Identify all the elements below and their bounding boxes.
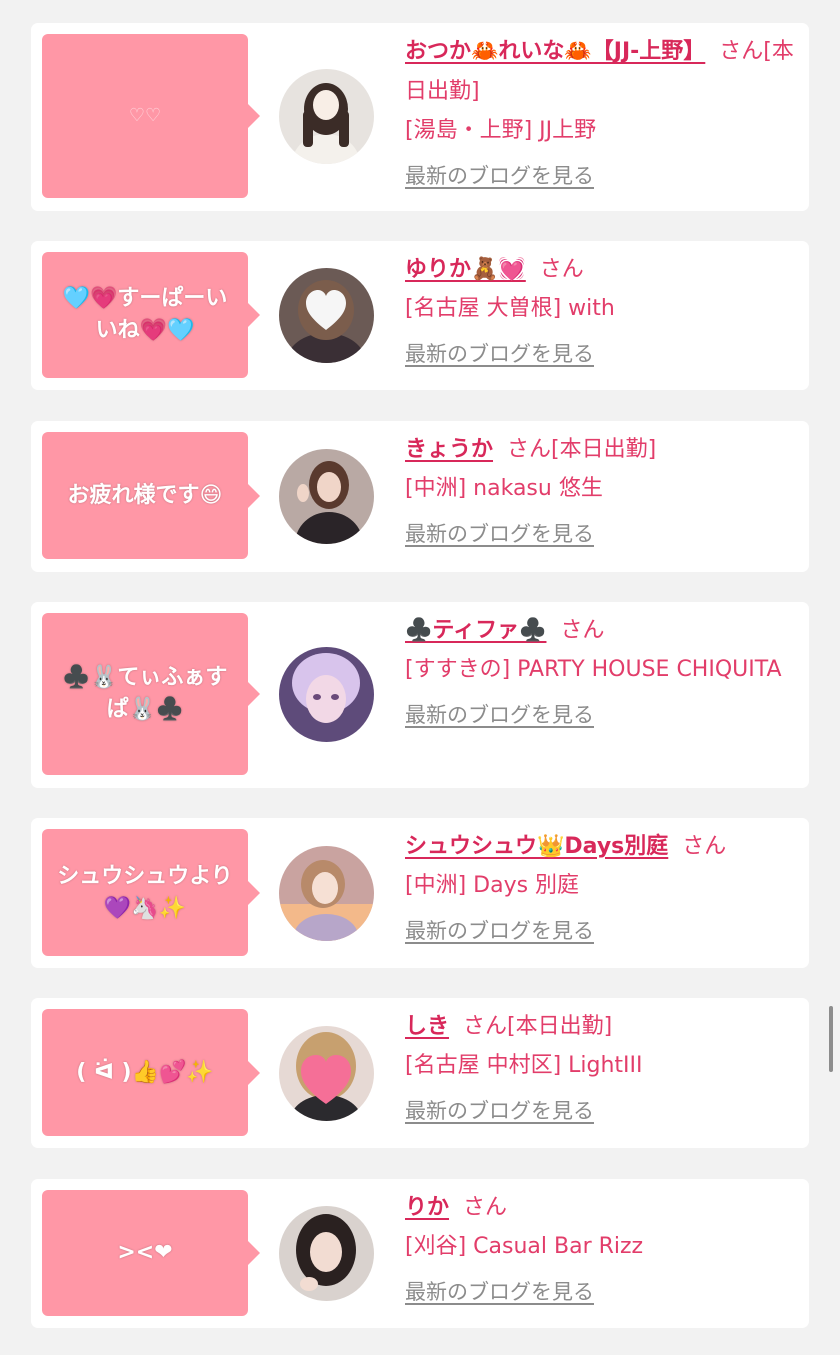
latest-blog-link[interactable]: 最新のブログを見る xyxy=(405,695,799,735)
shop-location: [中洲] Days 別庭 xyxy=(405,873,580,898)
honorific: さん[本日出勤] xyxy=(463,1014,613,1039)
message-bubble: 🩵💗すーぱーいいね💗🩵 xyxy=(42,252,260,378)
honorific: さん xyxy=(560,618,605,643)
latest-blog-link[interactable]: 最新のブログを見る xyxy=(405,911,799,951)
latest-blog-link[interactable]: 最新のブログを見る xyxy=(405,156,799,196)
card-info: おつか🦀れいな🦀【JJ-上野】 さん[本日出勤] [湯島・上野] JJ上野 最新の… xyxy=(405,32,799,196)
blog-card: ♡♡ おつか🦀れいな🦀【JJ-上野】 さん[本日出勤] [湯島・上野] JJ上野 … xyxy=(31,23,809,211)
message-bubble: ♣️🐰てぃふぁすぱ🐰♣️ xyxy=(42,613,260,775)
avatar[interactable] xyxy=(279,846,374,941)
cast-name-link[interactable]: りか xyxy=(405,1195,449,1220)
card-info: ゆりか🧸💓 さん [名古屋 大曽根] with 最新のブログを見る xyxy=(405,250,799,374)
message-bubble: シュウシュウより💜🦄✨ xyxy=(42,829,260,956)
avatar[interactable] xyxy=(279,69,374,164)
shop-location: [名古屋 中村区] LightIII xyxy=(405,1053,643,1078)
honorific: さん xyxy=(463,1195,508,1220)
cast-name-link[interactable]: シュウシュウ👑Days別庭 xyxy=(405,834,668,859)
avatar-photo xyxy=(279,647,374,742)
scrollbar[interactable] xyxy=(829,1006,833,1072)
latest-blog-link[interactable]: 最新のブログを見る xyxy=(405,1091,799,1131)
latest-blog-link[interactable]: 最新のブログを見る xyxy=(405,334,799,374)
avatar[interactable] xyxy=(279,1026,374,1121)
avatar-photo xyxy=(279,1206,374,1301)
honorific: さん[本日出勤] xyxy=(507,437,657,462)
avatar-photo xyxy=(279,846,374,941)
cast-name-link[interactable]: おつか🦀れいな🦀【JJ-上野】 xyxy=(405,39,705,64)
avatar[interactable] xyxy=(279,1206,374,1301)
honorific: さん xyxy=(682,834,727,859)
card-info: きょうか さん[本日出勤] [中洲] nakasu 悠生 最新のブログを見る xyxy=(405,430,799,554)
avatar-photo xyxy=(279,449,374,544)
card-info: しき さん[本日出勤] [名古屋 中村区] LightIII 最新のブログを見る xyxy=(405,1007,799,1131)
blog-card: お疲れ様です😄 きょうか さん[本日出勤] [中洲] nakasu 悠生 最新のブ… xyxy=(31,421,809,572)
avatar[interactable] xyxy=(279,268,374,363)
shop-location: [名古屋 大曽根] with xyxy=(405,296,615,321)
avatar-photo xyxy=(279,69,374,164)
avatar[interactable] xyxy=(279,449,374,544)
message-bubble: お疲れ様です😄 xyxy=(42,432,260,559)
card-info: シュウシュウ👑Days別庭 さん [中洲] Days 別庭 最新のブログを見る xyxy=(405,827,799,951)
message-bubble: ( ᐛ )👍💕✨ xyxy=(42,1009,260,1136)
cast-name-link[interactable]: しき xyxy=(405,1014,449,1039)
cast-name-link[interactable]: きょうか xyxy=(405,437,493,462)
message-bubble: ><❤ xyxy=(42,1190,260,1316)
shop-location: [中洲] nakasu 悠生 xyxy=(405,476,603,501)
latest-blog-link[interactable]: 最新のブログを見る xyxy=(405,1272,799,1312)
blog-card: ><❤ りか さん [刈谷] Casual Bar Rizz 最新のブログを見る xyxy=(31,1179,809,1328)
message-bubble: ♡♡ xyxy=(42,34,260,198)
blog-card: 🩵💗すーぱーいいね💗🩵 ゆりか🧸💓 さん [名古屋 大曽根] with 最新のブロ… xyxy=(31,241,809,390)
shop-location: [刈谷] Casual Bar Rizz xyxy=(405,1234,644,1259)
shop-location: [湯島・上野] JJ上野 xyxy=(405,118,597,143)
avatar-photo xyxy=(279,1026,374,1121)
card-info: りか さん [刈谷] Casual Bar Rizz 最新のブログを見る xyxy=(405,1188,799,1312)
blog-card: ( ᐛ )👍💕✨ しき さん[本日出勤] [名古屋 中村区] LightIII 最… xyxy=(31,998,809,1148)
avatar-photo xyxy=(279,268,374,363)
blog-card: シュウシュウより💜🦄✨ シュウシュウ👑Days別庭 さん [中洲] Days 別庭… xyxy=(31,818,809,968)
cast-name-link[interactable]: ゆりか🧸💓 xyxy=(405,257,526,282)
card-info: ♣️ティファ♣️ さん [すすきの] PARTY HOUSE CHIQUITA 最… xyxy=(405,611,799,735)
avatar[interactable] xyxy=(279,647,374,742)
honorific: さん xyxy=(539,257,584,282)
cast-name-link[interactable]: ♣️ティファ♣️ xyxy=(405,618,546,643)
blog-card: ♣️🐰てぃふぁすぱ🐰♣️ ♣️ティファ♣️ さん [すすきの] PARTY HOU… xyxy=(31,602,809,788)
latest-blog-link[interactable]: 最新のブログを見る xyxy=(405,514,799,554)
shop-location: [すすきの] PARTY HOUSE CHIQUITA xyxy=(405,657,782,682)
